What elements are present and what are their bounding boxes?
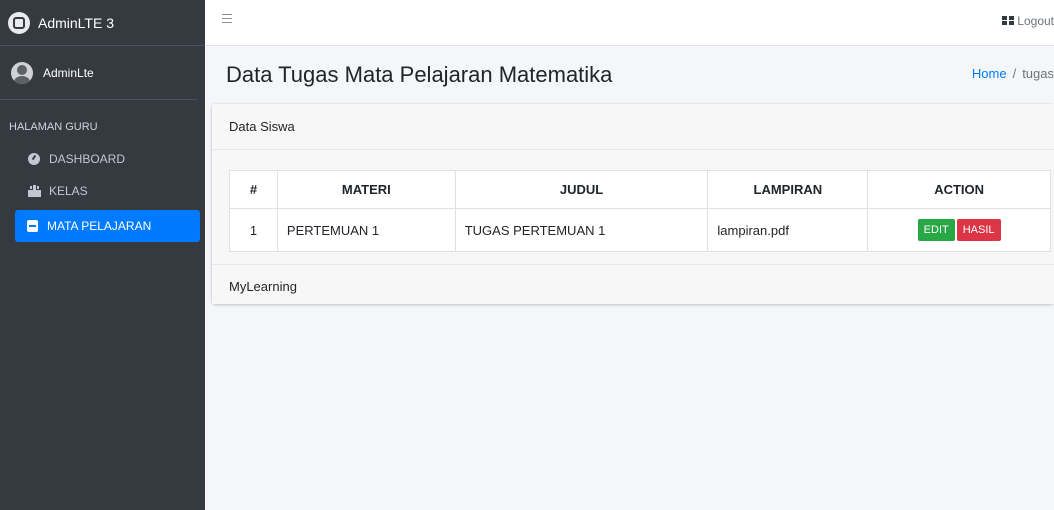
cell-lampiran[interactable]: lampiran.pdf [707,208,869,252]
cell-number: 1 [229,208,278,252]
breadcrumb-current: tugas [1022,66,1054,81]
column-header: # [229,170,278,209]
table-header-row: # MATERI JUDUL LAMPIRAN ACTION [229,170,1051,209]
dashboard-icon [27,152,41,166]
user-name: AdminLte [43,65,94,80]
cell-action: EDIT HASIL [867,208,1051,252]
cell-judul: TUGAS PERTEMUAN 1 [454,208,709,252]
brand-link[interactable]: AdminLTE 3 [0,0,205,46]
content-header: Data Tugas Mata Pelajaran Matematika Hom… [205,46,1054,102]
adminlte-logo-icon [8,11,30,34]
column-header: LAMPIRAN [707,170,869,209]
page-title: Data Tugas Mata Pelajaran Matematika [226,62,613,87]
nav-header: HALAMAN GURU [9,121,98,133]
card-footer: MyLearning [212,264,1054,304]
sidebar-item-dashboard[interactable]: DASHBOARD [0,143,200,175]
column-header: JUDUL [454,170,709,209]
logout-label: Logout [1017,14,1054,28]
breadcrumb: Home / tugas [972,66,1054,81]
user-panel[interactable]: AdminLte [0,46,197,100]
menu-toggle-icon[interactable] [222,14,232,24]
column-header: MATERI [276,170,456,209]
card-body: # MATERI JUDUL LAMPIRAN ACTION 1 PERTEMU… [212,150,1054,264]
sidebar-item-mata-pelajaran[interactable]: MATA PELAJARAN [15,210,200,242]
breadcrumb-separator: / [1012,66,1017,81]
cell-materi: PERTEMUAN 1 [276,208,456,252]
th-large-icon [1002,16,1015,26]
main-sidebar: AdminLTE 3 AdminLte HALAMAN GURU DASHBOA… [0,0,205,510]
logout-link[interactable]: Logout [1002,14,1054,28]
edit-button[interactable]: EDIT [917,219,955,241]
book-icon [25,219,39,233]
card-header: Data Siswa [212,104,1054,150]
table-row: 1 PERTEMUAN 1 TUGAS PERTEMUAN 1 lampiran… [229,208,1051,252]
brand-title: AdminLTE 3 [38,14,114,31]
data-card: Data Siswa # MATERI JUDUL LAMPIRAN ACTIO… [212,104,1054,304]
sidebar-item-label: DASHBOARD [49,152,126,166]
sidebar-item-kelas[interactable]: KELAS [0,175,200,207]
hasil-button[interactable]: HASIL [956,219,1001,241]
tugas-table: # MATERI JUDUL LAMPIRAN ACTION 1 PERTEMU… [229,170,1051,252]
sidebar-item-label: MATA PELAJARAN [47,219,152,233]
column-header: ACTION [867,170,1051,209]
avatar [11,61,33,84]
school-icon [27,184,41,198]
breadcrumb-home-link[interactable]: Home [972,66,1007,81]
sidebar-item-label: KELAS [49,184,88,198]
top-navbar: Logout [205,0,1054,46]
